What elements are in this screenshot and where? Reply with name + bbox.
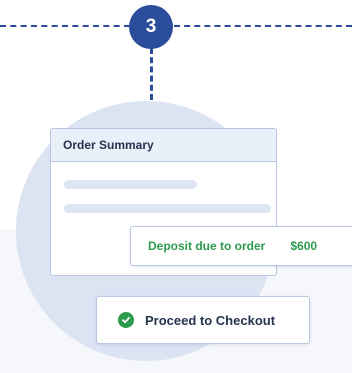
progress-dashed-line-left bbox=[0, 25, 130, 27]
deposit-label: Deposit due to order bbox=[148, 239, 266, 253]
order-summary-header: Order Summary bbox=[51, 129, 276, 162]
progress-dashed-line-right bbox=[174, 25, 352, 27]
connector-dashed-line bbox=[150, 48, 153, 100]
deposit-amount: $600 bbox=[290, 239, 318, 253]
step-number-badge: 3 bbox=[129, 5, 173, 49]
deposit-due-callout: Deposit due to order $600 bbox=[130, 226, 352, 266]
step-illustration: 3 Order Summary Deposit due to order $60… bbox=[0, 0, 352, 373]
checkout-label: Proceed to Checkout bbox=[145, 312, 276, 328]
placeholder-line bbox=[64, 180, 197, 189]
placeholder-line bbox=[64, 204, 271, 213]
check-circle-icon bbox=[118, 312, 134, 328]
order-summary-title: Order Summary bbox=[63, 138, 154, 152]
proceed-to-checkout-button[interactable]: Proceed to Checkout bbox=[96, 296, 310, 344]
